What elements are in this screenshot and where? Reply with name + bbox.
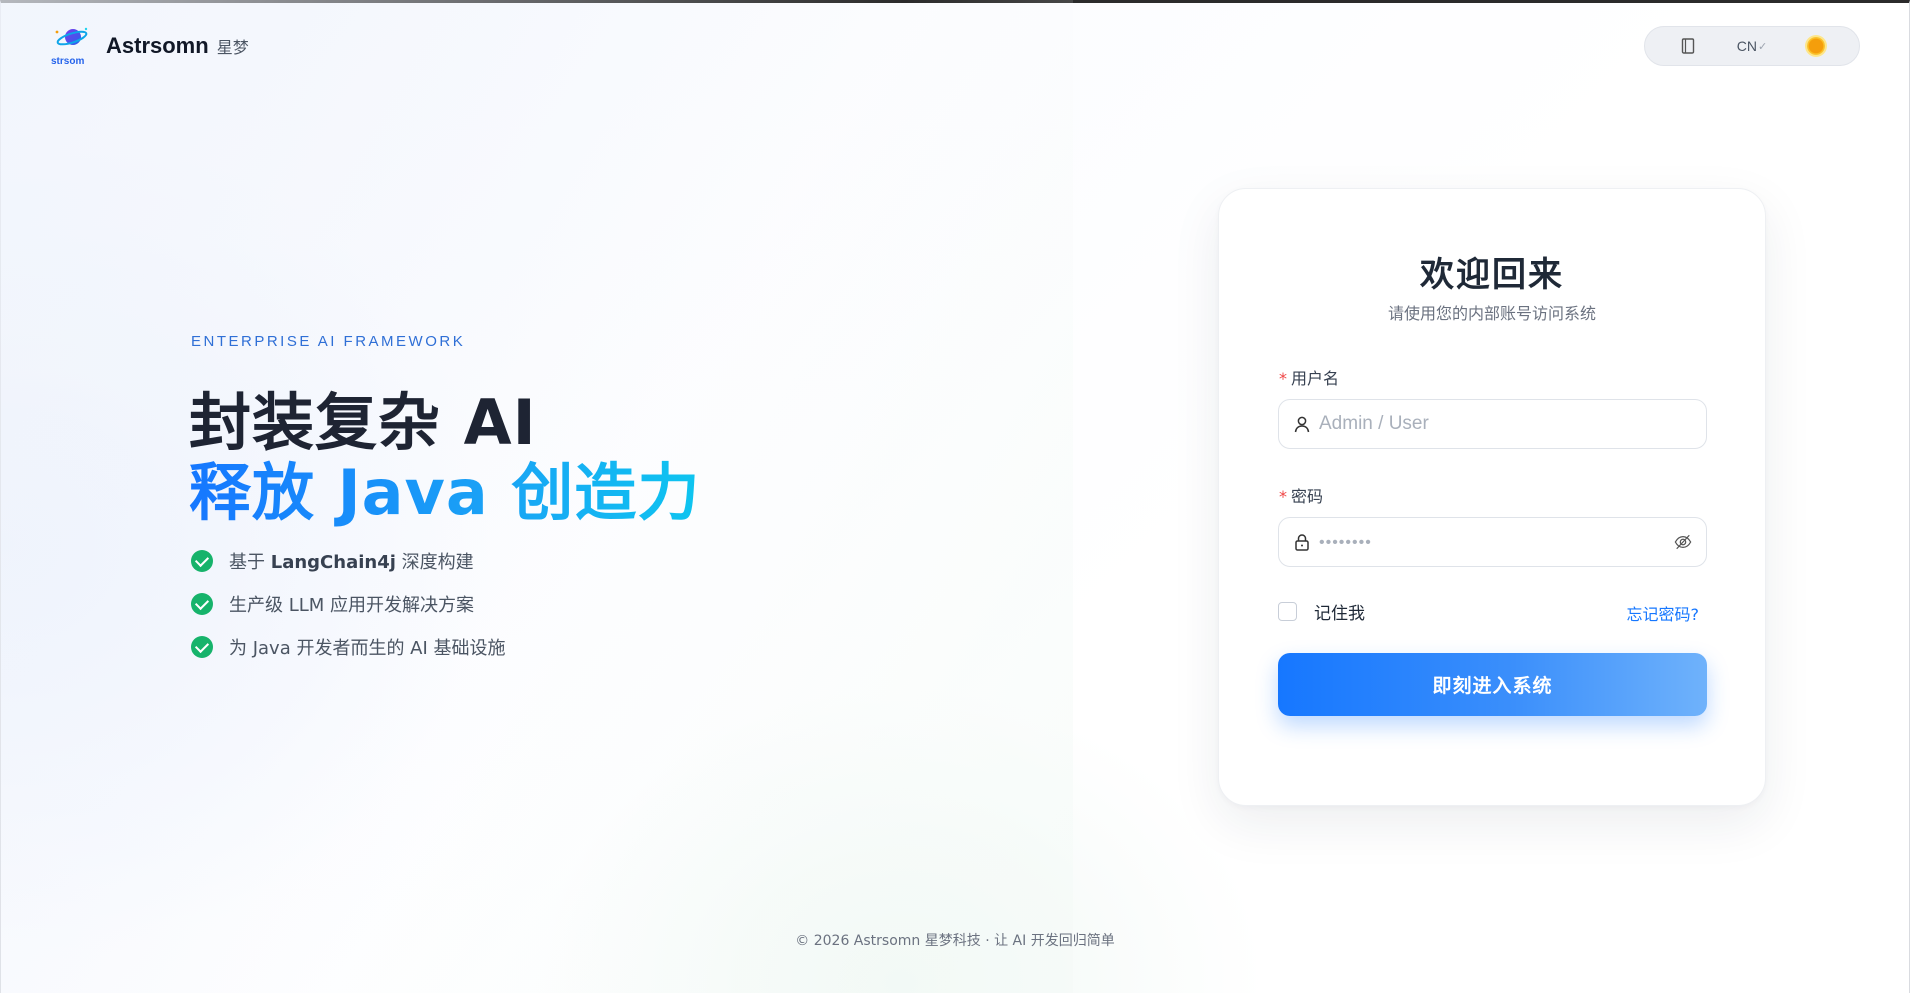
- book-icon: [1679, 37, 1697, 55]
- feature-text: 为 Java 开发者而生的 AI 基础设施: [229, 638, 506, 659]
- username-label: * 用户名: [1279, 369, 1340, 388]
- docs-button[interactable]: [1679, 37, 1697, 55]
- login-title: 欢迎回来: [1420, 255, 1564, 295]
- password-input[interactable]: [1319, 518, 1674, 566]
- eye-off-icon[interactable]: [1674, 533, 1692, 551]
- footer-copyright: © 2026 Astrsomn 星梦科技 · 让 AI 开发回归简单: [795, 933, 1115, 949]
- brand-subtitle: 星梦: [216, 38, 249, 57]
- check-circle-icon: [191, 593, 213, 615]
- login-card: 欢迎回来 请使用您的内部账号访问系统 *用户名 *密码 记住我 忘记密码? 即刻…: [1218, 188, 1766, 806]
- hero-eyebrow: ENTERPRISE AI FRAMEWORK: [191, 333, 466, 350]
- header-toolbar: CN ✓: [1644, 26, 1860, 66]
- check-circle-icon: [191, 636, 213, 658]
- chevron-down-icon: ✓: [1758, 40, 1768, 53]
- check-circle-icon: [191, 550, 213, 572]
- lock-icon: [1293, 533, 1311, 551]
- feature-item: 生产级 LLM 应用开发解决方案: [191, 593, 506, 616]
- brand-name: Astrsomn: [106, 33, 209, 58]
- feature-text: 基于 LangChain4j 深度构建: [229, 552, 474, 573]
- sun-icon: [1807, 37, 1826, 55]
- feature-text: 生产级 LLM 应用开发解决方案: [229, 595, 475, 616]
- feature-item: 为 Java 开发者而生的 AI 基础设施: [191, 636, 506, 659]
- theme-toggle-button[interactable]: [1807, 37, 1826, 55]
- language-value: CN: [1736, 38, 1757, 54]
- remember-me-checkbox[interactable]: 记住我: [1278, 599, 1365, 624]
- login-subtitle: 请使用您的内部账号访问系统: [1387, 304, 1596, 323]
- password-label: * 密码: [1279, 487, 1324, 506]
- user-icon: [1293, 415, 1311, 433]
- remember-me-label: 记住我: [1314, 604, 1365, 624]
- checkbox-box[interactable]: [1278, 602, 1297, 621]
- feature-item: 基于 LangChain4j 深度构建: [191, 550, 506, 573]
- forgot-password-link[interactable]: 忘记密码?: [1627, 601, 1700, 625]
- feature-list: 基于 LangChain4j 深度构建 生产级 LLM 应用开发解决方案 为 J…: [191, 550, 506, 679]
- planet-logo-icon: strsom: [48, 24, 92, 68]
- login-submit-button[interactable]: 即刻进入系统: [1278, 653, 1707, 716]
- language-select[interactable]: CN ✓: [1737, 38, 1767, 54]
- hero-headline-line2: 释放 Java 创造力: [189, 442, 700, 532]
- required-mark: *: [1279, 369, 1287, 388]
- username-input[interactable]: [1319, 400, 1692, 448]
- brand-logo[interactable]: strsom Astrsomn 星梦: [48, 24, 249, 68]
- required-mark: *: [1279, 487, 1287, 506]
- username-field[interactable]: [1278, 399, 1707, 449]
- password-field[interactable]: [1278, 517, 1707, 567]
- svg-text:strsom: strsom: [51, 56, 84, 67]
